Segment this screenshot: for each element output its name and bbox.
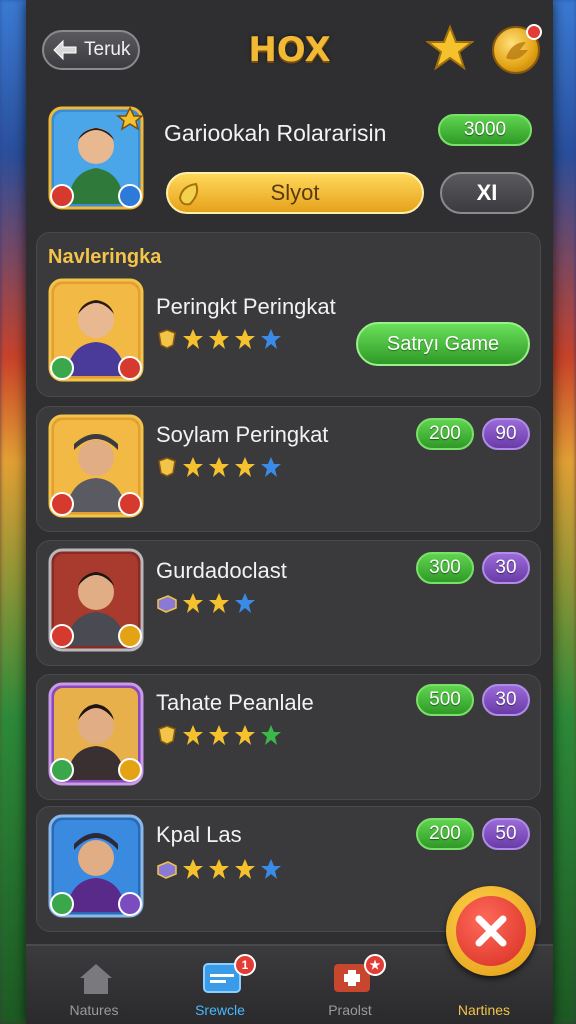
nav-label-nartines: Nartines <box>457 1002 511 1018</box>
star-icon <box>183 457 203 477</box>
star-icon <box>235 859 255 879</box>
shield-icon <box>158 725 176 745</box>
gem-icon <box>176 180 204 208</box>
header: Teruk HOX <box>26 0 553 100</box>
nav-item-praolst[interactable]: ★ Praolst <box>290 946 410 1024</box>
star-icon <box>209 725 229 745</box>
nav-badge: 1 <box>234 954 256 976</box>
nav-label-natures: Natures <box>69 1002 119 1018</box>
green-value-badge: 200 <box>416 818 474 850</box>
star-icon <box>209 593 229 613</box>
row-name: Tahate Peanlale <box>156 690 314 715</box>
blue-star-icon <box>261 859 281 879</box>
book-icon <box>157 861 177 879</box>
green-value-badge: 500 <box>416 684 474 716</box>
book-icon <box>157 595 177 613</box>
nav-label-srewcle: Srewcle <box>195 1002 245 1018</box>
nav-item-srewcle[interactable]: 1 Srewcle <box>160 946 280 1024</box>
home-icon <box>76 960 116 996</box>
purple-value-badge: 30 <box>482 684 530 716</box>
star-icon <box>235 457 255 477</box>
nav-badge-star: ★ <box>364 954 386 976</box>
star-icon <box>183 593 203 613</box>
row-avatar <box>48 414 144 520</box>
section-title: Navleringka <box>48 246 162 268</box>
star-icon <box>183 859 203 879</box>
row-name: Soylam Peringkat <box>156 422 329 447</box>
slot-label: Slyot <box>270 180 320 205</box>
featured-name: Peringkt Peringkat <box>156 294 336 319</box>
row-rating <box>156 592 256 614</box>
row-rating <box>156 456 282 478</box>
blue-star-icon <box>261 329 281 349</box>
nav-item-natures[interactable]: Natures <box>34 946 154 1024</box>
featured-rating <box>156 328 282 350</box>
blue-star-icon <box>261 457 281 477</box>
star-icon <box>209 457 229 477</box>
notification-dot <box>526 24 542 40</box>
blue-star-icon <box>235 593 255 613</box>
row-name: Kpal Las <box>156 822 242 847</box>
row-name: Gurdadoclast <box>156 558 287 583</box>
green-star-icon <box>261 725 281 745</box>
green-value-badge: 300 <box>416 552 474 584</box>
purple-value-badge: 50 <box>482 818 530 850</box>
start-game-button[interactable]: Satryı Game <box>356 322 530 366</box>
row-avatar <box>48 682 144 788</box>
star-icon <box>209 329 229 349</box>
star-icon <box>183 725 203 745</box>
star-icon <box>235 329 255 349</box>
featured-avatar[interactable] <box>48 278 144 384</box>
star-icon <box>235 725 255 745</box>
profile-avatar[interactable] <box>48 106 145 212</box>
profile-score-badge: 3000 <box>438 114 532 146</box>
purple-value-badge: 90 <box>482 418 530 450</box>
profile-name: Gariookah Rolararisin <box>164 120 387 146</box>
shield-icon <box>158 329 176 349</box>
close-fab-button[interactable] <box>446 886 536 976</box>
slot-button[interactable]: Slyot <box>166 172 424 214</box>
coin-shop-icon[interactable] <box>492 24 542 74</box>
close-button[interactable]: XI <box>440 172 534 214</box>
star-icon <box>209 859 229 879</box>
green-value-badge: 200 <box>416 418 474 450</box>
row-avatar <box>48 548 144 654</box>
star-icon <box>183 329 203 349</box>
row-rating <box>156 724 282 746</box>
row-avatar <box>48 814 144 920</box>
favorites-star-icon[interactable] <box>425 24 475 72</box>
close-x-icon <box>456 896 526 966</box>
purple-value-badge: 30 <box>482 552 530 584</box>
main-panel: Teruk HOX Gariookah Rolararisin 3000 Sly… <box>26 0 553 1024</box>
row-rating <box>156 858 282 880</box>
shield-icon <box>158 457 176 477</box>
nav-label-praolst: Praolst <box>328 1002 372 1018</box>
